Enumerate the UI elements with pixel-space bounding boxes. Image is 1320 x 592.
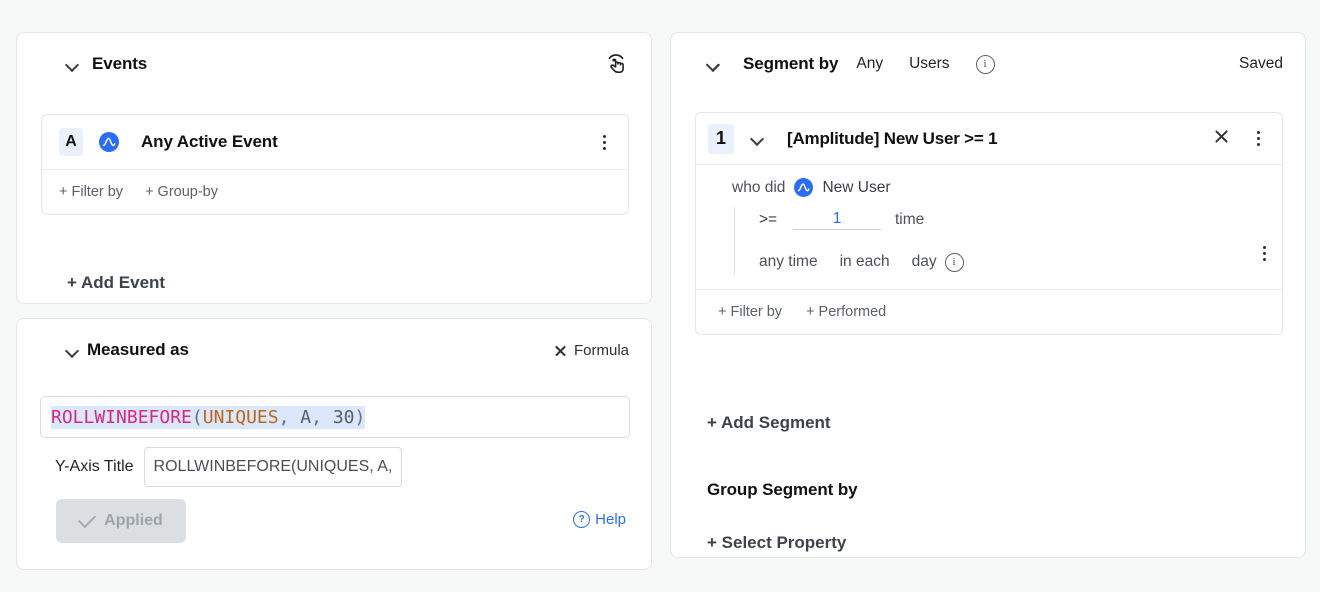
formula-input[interactable]: ROLLWINBEFORE(UNIQUES, A, 30) <box>40 396 630 438</box>
amplitude-logo-icon <box>99 132 119 152</box>
info-icon: i <box>976 55 995 74</box>
applied-button[interactable]: Applied <box>56 499 186 543</box>
group-segment-by-title: Group Segment by <box>707 480 857 500</box>
segment-operator[interactable]: >= <box>759 211 793 229</box>
measured-as-header: Measured as Formula <box>17 319 651 381</box>
measured-as-collapse-chevron-down-icon[interactable] <box>66 344 79 357</box>
close-icon <box>554 344 567 357</box>
events-collapse-chevron-down-icon[interactable] <box>66 58 79 71</box>
applied-button-label: Applied <box>104 512 163 530</box>
measured-as-panel: Measured as Formula ROLLWINBEFORE(UNIQUE… <box>16 318 652 570</box>
formula-open-paren: ( <box>192 407 203 428</box>
event-filter-by-button[interactable]: + Filter by <box>59 184 123 200</box>
chevron-down-icon <box>707 58 720 71</box>
segment-filter-by-button[interactable]: + Filter by <box>718 304 782 320</box>
amplitude-logo-icon <box>794 178 813 197</box>
event-card: A Any Active Event + Filter by + Group-b… <box>41 114 629 215</box>
segment-time-window-dropdown[interactable]: any time <box>759 253 818 271</box>
segment-close-icon[interactable] <box>1213 128 1230 149</box>
formula-function-token: ROLLWINBEFORE <box>51 407 192 428</box>
segment-by-panel: Segment by Any Users i Saved 1 [Ampli <box>670 32 1306 558</box>
segment-any-dropdown[interactable]: Any <box>856 55 883 73</box>
segment-count-unit: time <box>895 211 924 229</box>
formula-text: ROLLWINBEFORE(UNIQUES, A, 30) <box>51 406 365 429</box>
event-subactions: + Filter by + Group-by <box>42 169 628 214</box>
y-axis-title-label: Y-Axis Title <box>55 458 134 476</box>
y-axis-title-row: Y-Axis Title <box>55 447 402 487</box>
formula-comma-2: , <box>311 407 333 428</box>
segment-expand-chevron-down-icon[interactable] <box>751 132 764 145</box>
segment-card: 1 [Amplitude] New User >= 1 who did <box>695 112 1283 335</box>
segment-interval-dropdown[interactable]: day <box>912 253 937 271</box>
add-segment-button[interactable]: + Add Segment <box>707 413 831 433</box>
formula-comma-1: , <box>279 407 301 428</box>
formula-event-arg: A <box>300 407 311 428</box>
check-icon <box>78 510 96 528</box>
segment-kebab-menu-icon[interactable] <box>1248 129 1268 149</box>
event-name: Any Active Event <box>141 132 278 152</box>
segment-saved-dropdown-label: Saved <box>1239 55 1283 73</box>
segment-in-each-dropdown[interactable]: in each <box>840 253 890 271</box>
workspace-root: Events A Any Active Event <box>0 0 1320 592</box>
segment-performed-button[interactable]: + Performed <box>806 304 886 320</box>
formula-window-arg: 30 <box>333 407 355 428</box>
events-panel: Events A Any Active Event <box>16 32 652 304</box>
segment-time-condition: any time in each day i <box>759 249 1282 275</box>
formula-toggle-button[interactable]: Formula <box>554 342 629 359</box>
segment-who-did-row: who did New User <box>696 178 1282 197</box>
segment-count-condition: >= 1 time <box>759 207 1282 233</box>
formula-aggregate-token: UNIQUES <box>203 407 279 428</box>
segment-name: [Amplitude] New User >= 1 <box>787 129 997 149</box>
segment-subactions: + Filter by + Performed <box>696 289 1282 334</box>
tap-gesture-icon[interactable] <box>603 51 629 77</box>
segment-condition-block: >= 1 time any time in each day i <box>734 207 1282 275</box>
formula-close-paren: ) <box>355 407 366 428</box>
formula-toggle-label: Formula <box>574 342 629 359</box>
segment-by-title: Segment by <box>743 54 838 74</box>
event-kebab-menu-icon[interactable] <box>594 132 614 152</box>
segment-condition-body: who did New User >= 1 time <box>696 164 1282 289</box>
who-did-label: who did <box>732 179 785 197</box>
segment-condition-kebab-menu-icon[interactable] <box>1254 243 1274 263</box>
event-letter-badge: A <box>59 128 83 156</box>
interval-info-icon[interactable]: i <box>945 253 964 272</box>
segment-users-dropdown[interactable]: Users <box>909 55 949 73</box>
segment-index-badge: 1 <box>708 124 734 154</box>
help-link[interactable]: ? Help <box>573 511 626 528</box>
segment-users-dropdown-label: Users <box>909 55 949 73</box>
segment-saved-dropdown[interactable]: Saved <box>1239 55 1283 73</box>
segment-event-name[interactable]: New User <box>822 179 890 197</box>
add-event-button[interactable]: + Add Event <box>67 273 165 293</box>
select-property-button[interactable]: + Select Property <box>707 533 846 553</box>
y-axis-title-input[interactable] <box>144 447 402 487</box>
question-mark-icon: ? <box>573 511 590 528</box>
segment-row[interactable]: 1 [Amplitude] New User >= 1 <box>696 113 1282 164</box>
event-row[interactable]: A Any Active Event <box>42 115 628 169</box>
events-title: Events <box>92 54 147 74</box>
help-link-label: Help <box>595 511 626 528</box>
event-group-by-button[interactable]: + Group-by <box>145 184 218 200</box>
segment-info-icon[interactable]: i <box>976 54 995 74</box>
segment-count-input[interactable]: 1 <box>793 210 881 230</box>
segment-by-header: Segment by Any Users i Saved <box>671 33 1305 95</box>
segment-any-dropdown-label: Any <box>856 55 883 73</box>
measured-as-title: Measured as <box>87 340 189 360</box>
events-header: Events <box>17 33 651 95</box>
